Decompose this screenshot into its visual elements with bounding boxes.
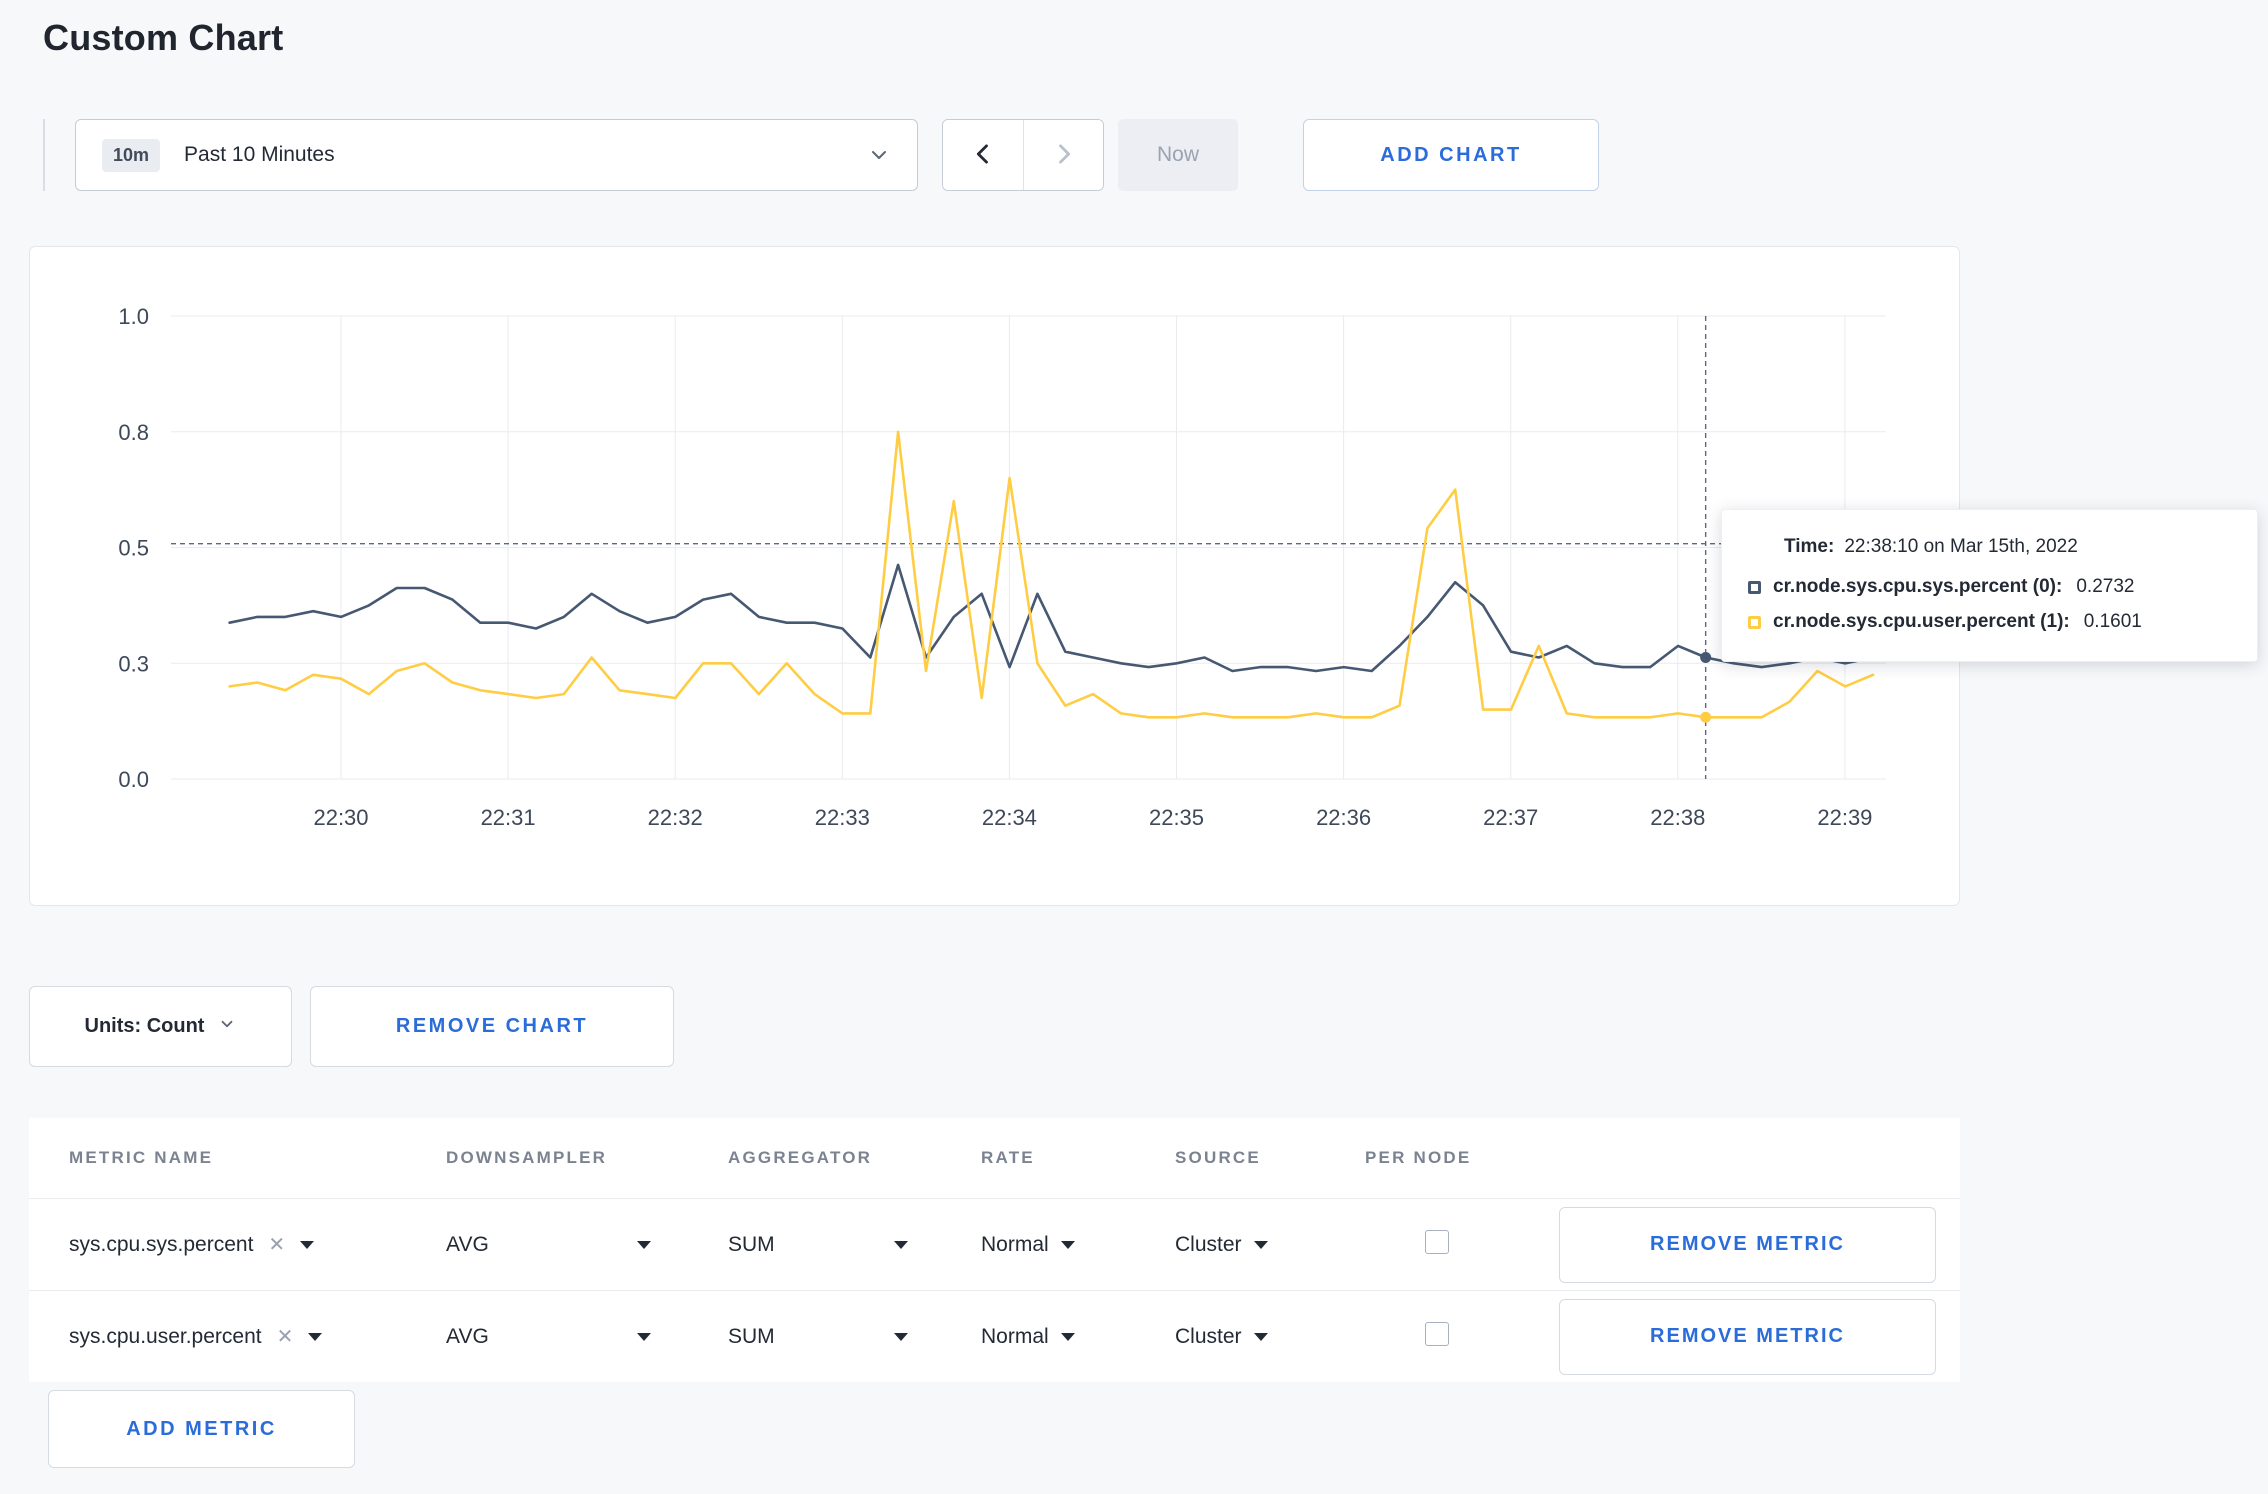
metric-name: sys.cpu.sys.percent [69,1232,254,1256]
tooltip-series-name: cr.node.sys.cpu.sys.percent (0): [1773,576,2063,597]
close-icon[interactable]: ✕ [268,1235,285,1255]
tooltip-series-value: 0.1601 [2083,611,2142,632]
header-source: SOURCE [1175,1148,1261,1167]
svg-text:22:30: 22:30 [313,805,368,830]
metrics-table-header: METRIC NAME DOWNSAMPLER AGGREGATOR RATE … [29,1118,1960,1198]
per-node-checkbox[interactable] [1425,1321,1449,1346]
aggregator-select[interactable]: SUM [728,1233,908,1257]
svg-text:22:32: 22:32 [648,805,703,830]
svg-text:0.0: 0.0 [118,767,149,792]
caret-down-icon [894,1332,908,1341]
page-title: Custom Chart [43,17,284,58]
svg-text:22:35: 22:35 [1149,805,1204,830]
tooltip-series-row: cr.node.sys.cpu.user.percent (1): 0.1601 [1748,611,2231,633]
svg-text:22:37: 22:37 [1483,805,1538,830]
toolbar: 10m Past 10 Minutes Now ADD CHART [43,119,2268,191]
header-aggregator: AGGREGATOR [728,1148,873,1167]
rate-select[interactable]: Normal [981,1325,1175,1349]
custom-chart-page: Custom Chart 10m Past 10 Minutes Now ADD… [0,16,2268,1468]
metric-row: sys.cpu.user.percent ✕ AVG SUM Normal Cl… [29,1290,1960,1382]
per-node-checkbox[interactable] [1425,1229,1449,1254]
now-button[interactable]: Now [1118,119,1238,191]
caret-down-icon [894,1240,908,1249]
rate-value: Normal [981,1324,1049,1348]
chart-svg[interactable]: 0.0 0.3 0.5 0.8 1.0 22:30 22:31 22:32 22:33 22:34… [30,247,1959,905]
caret-down-icon [637,1332,651,1341]
aggregator-select[interactable]: SUM [728,1325,908,1349]
svg-text:0.3: 0.3 [118,651,149,676]
units-label: Units: Count [84,1015,205,1037]
metric-name-select[interactable]: sys.cpu.user.percent ✕ [69,1325,446,1349]
tooltip-series-name: cr.node.sys.cpu.user.percent (1): [1773,611,2070,632]
source-value: Cluster [1175,1324,1242,1348]
tooltip-time-value: 22:38:10 on Mar 15th, 2022 [1844,536,2078,557]
chart-card: 0.0 0.3 0.5 0.8 1.0 22:30 22:31 22:32 22:33 22:34… [29,246,1960,906]
downsampler-value: AVG [446,1232,489,1256]
chevron-down-icon [218,1015,236,1039]
series-swatch-icon [1748,615,1761,629]
source-select[interactable]: Cluster [1175,1233,1365,1257]
svg-text:22:39: 22:39 [1817,805,1872,830]
svg-text:22:36: 22:36 [1316,805,1371,830]
svg-text:22:38: 22:38 [1650,805,1705,830]
aggregator-value: SUM [728,1232,775,1256]
header-metric-name: METRIC NAME [69,1148,214,1167]
add-chart-button[interactable]: ADD CHART [1303,119,1599,191]
chart-tooltip: Time: 22:38:10 on Mar 15th, 2022 cr.node.… [1721,509,2258,662]
remove-metric-button[interactable]: REMOVE METRIC [1559,1206,1936,1283]
chart-container: 0.0 0.3 0.5 0.8 1.0 22:30 22:31 22:32 22:33 22:34… [29,246,2258,906]
source-value: Cluster [1175,1232,1242,1256]
tooltip-time-label: Time: [1784,536,1835,557]
svg-text:22:31: 22:31 [481,805,536,830]
svg-text:22:33: 22:33 [815,805,870,830]
caret-down-icon [637,1240,651,1249]
time-range-badge: 10m [102,138,161,172]
caret-down-icon [1060,1332,1075,1341]
svg-text:22:34: 22:34 [982,805,1037,830]
metric-row: sys.cpu.sys.percent ✕ AVG SUM Normal Clu… [29,1198,1960,1290]
tooltip-time: Time: 22:38:10 on Mar 15th, 2022 [1784,536,2231,558]
units-dropdown[interactable]: Units: Count [29,986,292,1067]
caret-down-icon [1060,1240,1075,1249]
chart-controls: Units: Count REMOVE CHART [29,986,2268,1067]
source-select[interactable]: Cluster [1175,1325,1365,1349]
tooltip-series-row: cr.node.sys.cpu.sys.percent (0): 0.2732 [1748,576,2231,598]
downsampler-value: AVG [446,1324,489,1348]
metric-name: sys.cpu.user.percent [69,1324,262,1348]
caret-down-icon [1253,1332,1268,1341]
chevron-right-icon [1050,140,1078,171]
svg-text:0.8: 0.8 [118,420,149,445]
downsampler-select[interactable]: AVG [446,1233,651,1257]
remove-chart-button[interactable]: REMOVE CHART [310,986,674,1067]
chevron-down-icon [867,143,891,167]
remove-metric-button[interactable]: REMOVE METRIC [1559,1298,1936,1375]
time-range-label: Past 10 Minutes [184,143,335,166]
metric-name-select[interactable]: sys.cpu.sys.percent ✕ [69,1233,446,1257]
aggregator-value: SUM [728,1324,775,1348]
next-time-button[interactable] [1023,120,1103,190]
series-swatch-icon [1748,580,1761,594]
header-downsampler: DOWNSAMPLER [446,1148,608,1167]
rate-value: Normal [981,1232,1049,1256]
header-rate: RATE [981,1148,1035,1167]
svg-text:0.5: 0.5 [118,536,149,561]
rate-select[interactable]: Normal [981,1233,1175,1257]
add-metric-button[interactable]: ADD METRIC [48,1390,355,1468]
header-per-node: PER NODE [1365,1148,1472,1167]
caret-down-icon [308,1332,323,1341]
metrics-table: METRIC NAME DOWNSAMPLER AGGREGATOR RATE … [29,1118,1960,1382]
time-range-dropdown[interactable]: 10m Past 10 Minutes [75,119,918,191]
toolbar-divider [43,119,45,191]
time-pager [942,119,1104,191]
prev-time-button[interactable] [943,120,1023,190]
caret-down-icon [1253,1240,1268,1249]
close-icon[interactable]: ✕ [277,1327,294,1347]
chevron-left-icon [969,140,997,171]
downsampler-select[interactable]: AVG [446,1325,651,1349]
caret-down-icon [300,1240,315,1249]
tooltip-series-value: 0.2732 [2076,576,2135,597]
svg-text:1.0: 1.0 [118,304,149,329]
